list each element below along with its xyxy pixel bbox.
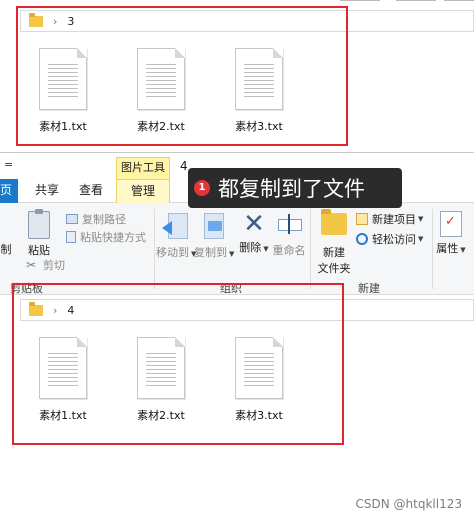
step-number-badge: 1	[194, 180, 210, 196]
delete-label: 删除	[239, 241, 262, 254]
move-to-label: 移动到	[156, 246, 189, 259]
rename-button[interactable]: 重命名	[272, 211, 306, 258]
window-title: 4	[180, 159, 188, 173]
tab-view[interactable]: 查看	[76, 179, 106, 203]
move-to-icon	[162, 211, 188, 241]
copy-path-icon	[66, 214, 78, 224]
clipboard-icon	[28, 209, 50, 239]
properties-icon	[440, 211, 462, 237]
scissors-icon: ✂	[26, 258, 37, 272]
new-item-button[interactable]: 新建项目 ▼	[356, 211, 423, 227]
copy-path-button[interactable]: 复制路径	[66, 211, 126, 227]
pin-label: 制	[0, 243, 12, 256]
easy-access-icon	[356, 233, 368, 245]
ribbon-divider	[310, 209, 311, 289]
dropdown-caret-icon: ▼	[418, 235, 424, 243]
tab-manage[interactable]: 管理	[116, 179, 170, 203]
watermark: CSDN @htqkll123	[355, 497, 462, 511]
tab-file[interactable]: 页	[0, 179, 18, 203]
ribbon-divider	[432, 209, 433, 289]
highlight-frame-top	[16, 6, 348, 146]
copy-to-button[interactable]: 复制到 ▼	[194, 211, 235, 260]
pin-to-quick-access-button[interactable]: 制	[0, 211, 16, 257]
delete-x-icon: ✕	[243, 209, 265, 239]
paste-shortcut-label: 粘贴快捷方式	[80, 231, 146, 244]
new-folder-label-line1: 新建	[323, 246, 345, 259]
new-folder-button[interactable]: 新建 文件夹	[314, 209, 354, 276]
tab-share[interactable]: 共享	[32, 179, 62, 203]
dropdown-caret-icon: ▼	[418, 215, 424, 223]
paste-shortcut-icon	[66, 231, 76, 243]
easy-access-label: 轻松访问	[372, 233, 416, 246]
dropdown-caret-icon: ▼	[229, 250, 235, 258]
ribbon-divider	[154, 209, 155, 289]
properties-button[interactable]: 属性▼	[436, 211, 466, 256]
new-group-label: 新建	[358, 282, 380, 295]
new-item-label: 新建项目	[372, 213, 416, 226]
delete-button[interactable]: ✕ 删除 ▼	[238, 211, 270, 255]
paste-label: 粘贴	[28, 244, 50, 257]
annotation-callout: 1 都复制到了文件	[188, 168, 402, 208]
rename-label: 重命名	[272, 244, 306, 257]
paste-shortcut-button[interactable]: 粘贴快捷方式	[66, 229, 146, 245]
picture-tools-context-header: 图片工具	[116, 157, 170, 179]
properties-label: 属性	[436, 242, 459, 255]
quick-access-toolbar[interactable]: =	[4, 158, 13, 171]
annotation-text: 都复制到了文件	[218, 177, 365, 201]
cut-button[interactable]: ✂ 剪切	[26, 257, 65, 273]
new-item-icon	[356, 213, 368, 225]
dropdown-caret-icon: ▼	[263, 245, 269, 253]
cut-label: 剪切	[43, 259, 65, 272]
rename-icon	[276, 211, 302, 239]
easy-access-button[interactable]: 轻松访问 ▼	[356, 231, 423, 247]
window-controls-edge	[340, 0, 474, 5]
copy-to-label: 复制到	[194, 246, 227, 259]
copy-to-icon	[200, 211, 226, 241]
ribbon: 制 粘贴 复制路径 粘贴快捷方式 ✂ 剪切 剪贴板 移动到 ▼ 复制到 ▼ ✕ …	[0, 203, 474, 295]
copy-path-label: 复制路径	[82, 213, 126, 226]
paste-button[interactable]: 粘贴	[24, 209, 54, 258]
new-folder-label-line2: 文件夹	[317, 262, 351, 275]
move-to-button[interactable]: 移动到 ▼	[156, 211, 196, 260]
dropdown-caret-icon: ▼	[460, 246, 466, 254]
highlight-frame-bottom	[12, 283, 344, 445]
new-folder-icon	[321, 209, 347, 235]
